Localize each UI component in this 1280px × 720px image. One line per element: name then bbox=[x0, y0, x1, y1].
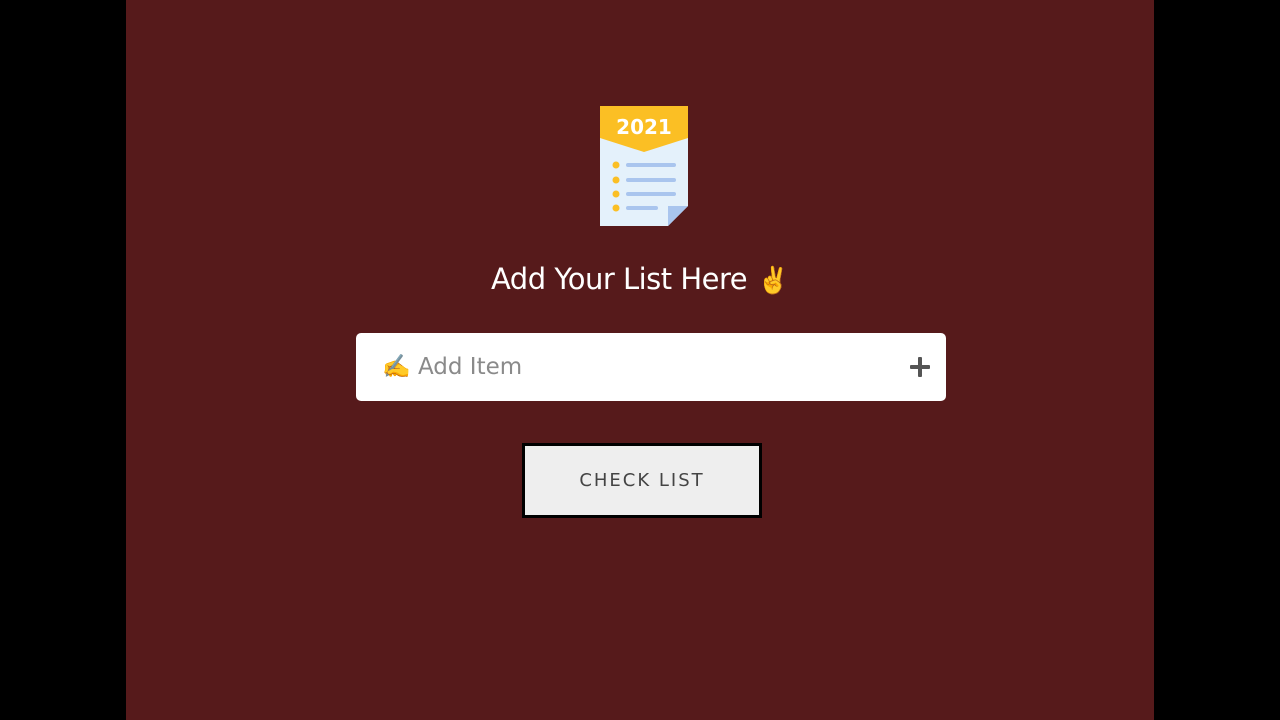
page-title-text: Add Your List Here bbox=[490, 262, 748, 296]
plus-icon[interactable] bbox=[910, 357, 930, 377]
add-item-box bbox=[356, 333, 946, 401]
check-list-button[interactable]: CHECK LIST bbox=[522, 443, 762, 518]
victory-hand-icon: ✌️ bbox=[757, 266, 790, 296]
todo-app: 2021 Add Your List Here ✌️ CHECK LIST bbox=[126, 0, 1154, 720]
checklist-icon: 2021 bbox=[600, 106, 688, 226]
page-title: Add Your List Here ✌️ bbox=[126, 262, 1154, 296]
logo-year: 2021 bbox=[616, 115, 672, 139]
add-item-input[interactable] bbox=[356, 333, 886, 401]
